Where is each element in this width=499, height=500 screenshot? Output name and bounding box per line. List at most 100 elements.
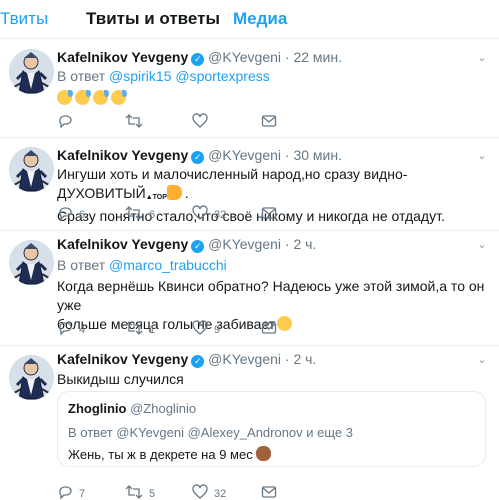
verified-badge-icon: ✓	[191, 53, 205, 66]
like-button[interactable]: 32	[192, 484, 226, 500]
reply-mention-link[interactable]: @marco_trabucchi	[109, 257, 227, 273]
separator: ·	[284, 351, 290, 367]
quoted-author-name: Zhoglinio	[68, 401, 127, 416]
tab-media[interactable]: Медиа	[233, 9, 287, 29]
tweet-text-line: Ингуши хоть и малочисленный народ,но сра…	[57, 166, 408, 201]
joy-emoji-icon	[93, 90, 109, 105]
reply-icon	[57, 322, 73, 336]
tab-tweets[interactable]: Твиты	[0, 9, 48, 29]
timestamp[interactable]: 2 ч.	[293, 351, 316, 367]
like-count: 32	[214, 488, 227, 500]
author-handle[interactable]: @KYevgeni	[208, 147, 281, 163]
like-count: 9	[214, 324, 221, 336]
reply-button[interactable]: 6	[57, 205, 85, 221]
avatar[interactable]	[9, 240, 54, 285]
retweet-button[interactable]	[125, 113, 149, 129]
tweet-text: Выкидыш случился	[57, 370, 487, 389]
tab-tweets-and-replies[interactable]: Твиты и ответы	[86, 9, 220, 29]
avatar[interactable]	[9, 355, 54, 400]
reply-button[interactable]: 4	[57, 320, 85, 336]
separator: ·	[284, 147, 290, 163]
author-handle[interactable]: @KYevgeni	[208, 351, 281, 367]
direct-message-button[interactable]	[261, 113, 277, 129]
avatar[interactable]	[9, 147, 54, 192]
like-button[interactable]	[192, 113, 214, 129]
tweet[interactable]: Kafelnikov Yevgeny ✓ @KYevgeni · 2 ч. ⌄ В…	[0, 231, 499, 346]
timestamp[interactable]: 22 мин.	[293, 49, 342, 65]
envelope-icon	[261, 322, 277, 336]
author-name[interactable]: Kafelnikov Yevgeny	[57, 351, 188, 367]
tweet-text-end: .	[184, 185, 189, 201]
fist-emoji-icon	[166, 185, 182, 200]
joy-emoji-icon	[57, 90, 73, 105]
joy-emoji-icon	[75, 90, 91, 105]
like-icon	[192, 320, 208, 336]
reply-button[interactable]	[57, 113, 79, 129]
retweet-icon	[125, 114, 143, 129]
retweet-icon	[125, 321, 143, 336]
direct-message-button[interactable]	[261, 484, 277, 500]
quoted-text: Жень, ты ж в декрете на 9 мес	[68, 447, 253, 462]
direct-message-button[interactable]	[261, 320, 277, 336]
like-icon	[192, 484, 208, 500]
like-count: 32	[214, 209, 227, 221]
verified-badge-icon: ✓	[191, 240, 205, 253]
tweet[interactable]: Kafelnikov Yevgeny ✓ @KYevgeni · 22 мин. …	[0, 39, 499, 138]
separator: ·	[284, 236, 290, 252]
reply-count: 4	[79, 324, 86, 336]
tweet[interactable]: Kafelnikov Yevgeny ✓ @KYevgeni · 30 мин. …	[0, 138, 499, 231]
reply-button[interactable]: 7	[57, 484, 85, 500]
reply-mention-link[interactable]: @spirik15	[109, 68, 171, 84]
tweet-header: Kafelnikov Yevgeny ✓ @KYevgeni · 2 ч.	[57, 236, 316, 253]
retweet-button[interactable]: 1	[125, 320, 155, 336]
like-button[interactable]: 9	[192, 320, 220, 336]
verified-badge-icon: ✓	[191, 355, 205, 368]
quoted-tweet[interactable]: Zhoglinio @Zhoglinio В ответ @KYevgeni @…	[57, 391, 486, 467]
avatar[interactable]	[9, 49, 54, 94]
tweet-text-line: больше месяца голы не забивает	[57, 316, 276, 332]
envelope-icon	[261, 207, 277, 221]
retweet-button[interactable]: 6	[125, 205, 155, 221]
reply-count: 6	[79, 209, 86, 221]
reply-count: 7	[79, 488, 86, 500]
see-no-evil-monkey-emoji-icon	[256, 446, 272, 461]
chevron-down-icon[interactable]: ⌄	[475, 353, 489, 367]
chevron-down-icon[interactable]: ⌄	[475, 238, 489, 252]
profile-tabs: Твиты Твиты и ответы Медиа	[0, 0, 499, 39]
chevron-down-icon[interactable]: ⌄	[475, 51, 489, 65]
retweet-icon	[125, 485, 143, 500]
author-name[interactable]: Kafelnikov Yevgeny	[57, 236, 188, 252]
reply-context: В ответ @marco_trabucchi	[57, 257, 227, 273]
like-button[interactable]: 32	[192, 205, 226, 221]
quoted-author-handle: @Zhoglinio	[130, 401, 197, 416]
like-icon	[192, 113, 208, 129]
relieved-emoji-icon	[277, 316, 293, 331]
author-handle[interactable]: @KYevgeni	[208, 49, 281, 65]
author-name[interactable]: Kafelnikov Yevgeny	[57, 49, 188, 65]
chevron-down-icon[interactable]: ⌄	[475, 149, 489, 163]
timestamp[interactable]: 2 ч.	[293, 236, 316, 252]
reply-prefix: В ответ	[57, 68, 106, 84]
quoted-tweet-text: Жень, ты ж в декрете на 9 мес	[68, 446, 274, 462]
retweet-icon	[125, 206, 143, 221]
tweet-header: Kafelnikov Yevgeny ✓ @KYevgeni · 22 мин.	[57, 49, 342, 66]
separator: ·	[284, 49, 290, 65]
quoted-tweet-header: Zhoglinio @Zhoglinio	[68, 401, 196, 416]
tweet-text-line: Выкидыш случился	[57, 371, 184, 387]
tweet-text-line: Когда вернёшь Квинси обратно? Надеюсь уж…	[57, 278, 485, 313]
reply-prefix: В ответ	[57, 257, 106, 273]
reply-context: В ответ @spirik15 @sportexpress	[57, 68, 270, 84]
timestamp[interactable]: 30 мин.	[293, 147, 342, 163]
joy-emoji-icon	[111, 90, 127, 105]
top-label: TOP	[152, 194, 167, 201]
retweet-count: 6	[149, 209, 156, 221]
tweet[interactable]: Kafelnikov Yevgeny ✓ @KYevgeni · 2 ч. ⌄ В…	[0, 346, 499, 500]
direct-message-button[interactable]	[261, 205, 277, 221]
author-name[interactable]: Kafelnikov Yevgeny	[57, 147, 188, 163]
verified-badge-icon: ✓	[191, 151, 205, 164]
reply-mention-link[interactable]: @sportexpress	[175, 68, 269, 84]
author-handle[interactable]: @KYevgeni	[208, 236, 281, 252]
retweet-button[interactable]: 5	[125, 484, 155, 500]
like-icon	[192, 205, 208, 221]
reply-icon	[57, 207, 73, 221]
